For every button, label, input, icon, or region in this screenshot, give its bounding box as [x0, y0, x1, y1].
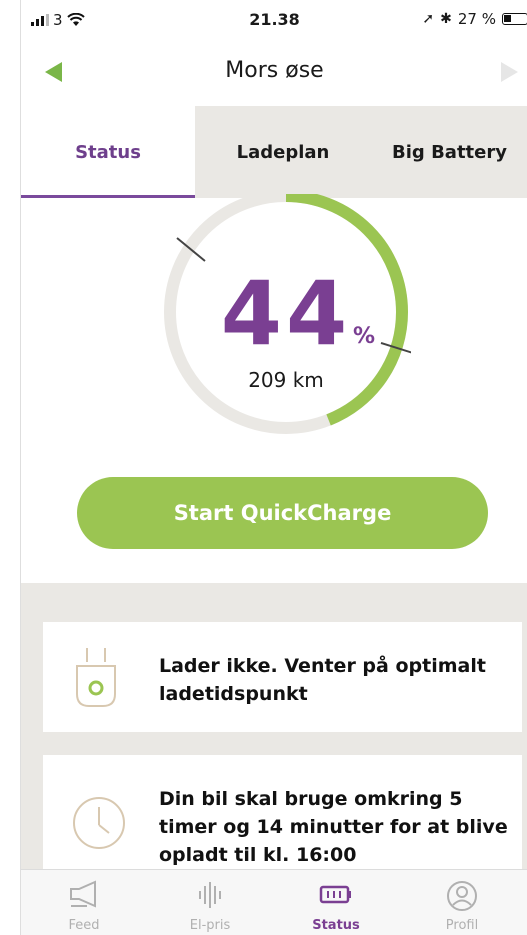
- battery-icon: [319, 885, 351, 904]
- tab-el-pris[interactable]: El-pris: [147, 870, 273, 935]
- tab-ladeplan[interactable]: Ladeplan: [195, 106, 371, 198]
- tab-label: El-pris: [189, 918, 231, 933]
- phone-battery-icon: [502, 13, 527, 25]
- start-quickcharge-button[interactable]: Start QuickCharge: [77, 477, 488, 549]
- tab-status[interactable]: Status: [21, 106, 195, 198]
- bluetooth-icon: ✱: [440, 11, 452, 27]
- range-km: 209 km: [248, 368, 324, 392]
- megaphone-icon: [70, 880, 96, 908]
- tab-label: Ladeplan: [236, 141, 330, 163]
- soundwave-icon: [199, 882, 221, 908]
- status-bar: 3 21.38 ➚ ✱ 27 %: [21, 0, 527, 40]
- clock-icon: [73, 797, 125, 849]
- segment-tabs: Status Ladeplan Big Battery: [21, 106, 527, 198]
- tab-status-nav[interactable]: Status: [273, 870, 399, 935]
- tab-label: Feed: [68, 918, 100, 933]
- charge-gauge: 44 % 209 km: [161, 194, 411, 444]
- percent-symbol: %: [353, 324, 376, 349]
- tab-label: Status: [75, 141, 141, 163]
- charging-status-card: Lader ikke. Venter på optimalt ladetidsp…: [43, 622, 522, 732]
- tab-label: Big Battery: [392, 141, 507, 163]
- charge-time-text: Din bil skal bruge omkring 5 timer og 14…: [159, 788, 508, 866]
- tab-label: Profil: [445, 918, 479, 933]
- bottom-tab-bar: Feed El-pris Status Profil: [21, 869, 527, 935]
- charging-status-text: Lader ikke. Venter på optimalt ladetidsp…: [159, 655, 486, 705]
- location-icon: ➚: [422, 11, 435, 27]
- app-screen: 3 21.38 ➚ ✱ 27 % Mors øse Status Ladepla…: [20, 0, 527, 935]
- forward-arrow-icon[interactable]: [501, 62, 518, 82]
- plug-icon: [76, 648, 116, 707]
- tab-label: Status: [312, 918, 360, 933]
- tab-profil[interactable]: Profil: [399, 870, 525, 935]
- status-right: ➚ ✱ 27 %: [422, 10, 527, 28]
- charge-time-card: Din bil skal bruge omkring 5 timer og 14…: [43, 755, 522, 869]
- tab-feed[interactable]: Feed: [21, 870, 147, 935]
- page-title: Mors øse: [225, 58, 324, 83]
- battery-percent: 27 %: [457, 10, 496, 28]
- tab-big-battery[interactable]: Big Battery: [371, 106, 527, 198]
- nav-header: Mors øse: [21, 40, 527, 106]
- profile-icon: [447, 881, 477, 911]
